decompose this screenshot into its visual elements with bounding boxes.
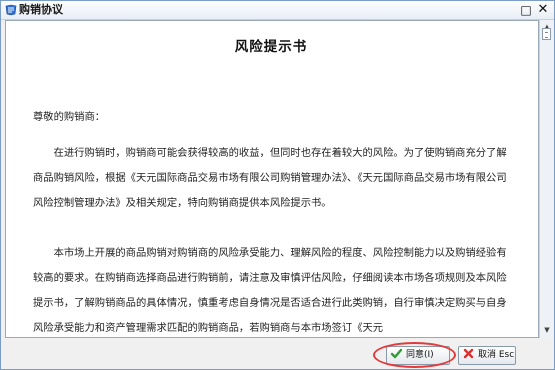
document-title: 风险提示书 (234, 39, 308, 55)
paragraph-2: 本市场上开展的商品购销对购销商的风险承受能力、理解风险的程度、风险控制能力以及购… (33, 247, 507, 334)
agreement-text-area[interactable]: 风险提示书 尊敬的购销商： 在进行购销时，购销商可能会获得较高的收益，但同时也存… (5, 20, 539, 338)
cancel-button[interactable]: 取消 Esc (458, 346, 516, 365)
green-check-icon (390, 348, 403, 359)
paragraph-1: 在进行购销时，购销商可能会获得较高的收益，但同时也存在着较大的风险。为了使购销商… (33, 147, 507, 209)
scroll-thumb[interactable] (542, 28, 551, 40)
red-x-icon (463, 348, 474, 359)
dialog-window: 购销协议 □ ✕ 风险提示书 尊敬的购销商： 在进行购销时，购销商可能会获得较高… (0, 0, 555, 370)
agree-button[interactable]: 同意(I) (386, 346, 450, 365)
agree-button-label: 同意(I) (406, 350, 434, 360)
app-icon (5, 4, 17, 16)
maximize-icon[interactable]: □ (518, 2, 534, 18)
title-bar: 购销协议 □ ✕ (1, 1, 554, 20)
close-icon[interactable]: ✕ (535, 2, 551, 18)
vertical-scrollbar[interactable]: ▲ ▼ (539, 20, 553, 338)
salutation: 尊敬的购销商： (33, 111, 106, 123)
button-bar: 同意(I) 取消 Esc (1, 338, 554, 369)
scroll-down-arrow-icon[interactable]: ▼ (542, 325, 552, 335)
window-title: 购销协议 (19, 3, 63, 16)
cancel-button-label: 取消 Esc (478, 350, 515, 360)
